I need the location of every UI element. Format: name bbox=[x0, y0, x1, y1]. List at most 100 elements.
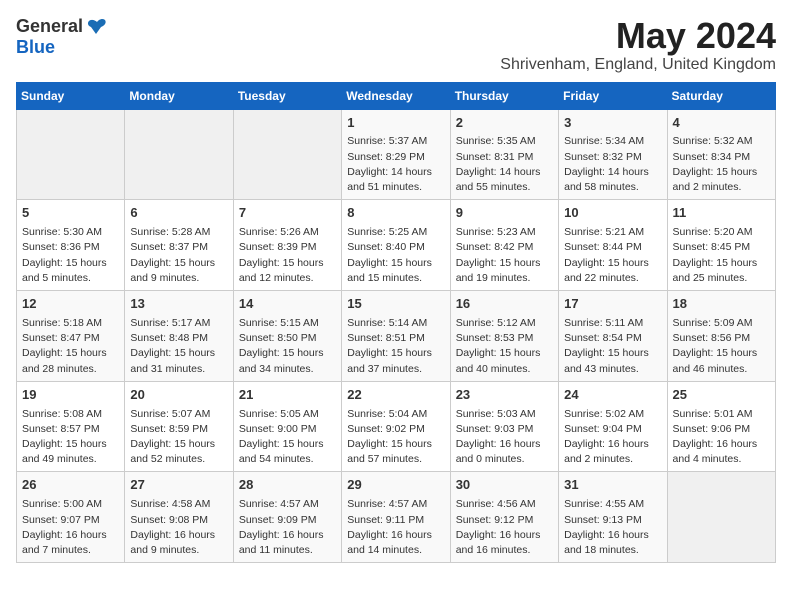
day-info-line: Sunrise: 5:21 AM bbox=[564, 225, 661, 240]
day-info-line: Sunset: 9:04 PM bbox=[564, 422, 661, 437]
day-number: 13 bbox=[130, 295, 227, 314]
day-info-line: and 58 minutes. bbox=[564, 180, 661, 195]
day-info-line: Daylight: 15 hours bbox=[130, 256, 227, 271]
table-row: 7Sunrise: 5:26 AMSunset: 8:39 PMDaylight… bbox=[233, 200, 341, 291]
calendar-week-row: 12 Sunrise: 5:18 AMSunset: 8:47 PMDayligh… bbox=[17, 291, 776, 382]
calendar-table: Sunday Monday Tuesday Wednesday Thursday… bbox=[16, 82, 776, 564]
day-info-line: Sunset: 8:50 PM bbox=[239, 331, 336, 346]
day-info-line: Daylight: 14 hours bbox=[564, 165, 661, 180]
day-info-line: Sunset: 8:37 PM bbox=[130, 240, 227, 255]
day-number: 23 bbox=[456, 386, 553, 405]
day-info-line: Sunrise: 5:14 AM bbox=[347, 316, 444, 331]
day-info-line: Daylight: 15 hours bbox=[239, 346, 336, 361]
day-info: Sunrise: 5:18 AMSunset: 8:47 PMDaylight:… bbox=[22, 316, 119, 377]
day-info: Sunrise: 5:26 AMSunset: 8:39 PMDaylight:… bbox=[239, 225, 336, 286]
day-info-line: Sunset: 8:51 PM bbox=[347, 331, 444, 346]
day-info-line: Daylight: 16 hours bbox=[130, 528, 227, 543]
day-info: Sunrise: 5:21 AMSunset: 8:44 PMDaylight:… bbox=[564, 225, 661, 286]
table-row: 26Sunrise: 5:00 AMSunset: 9:07 PMDayligh… bbox=[17, 472, 125, 563]
day-info-line: Sunrise: 5:32 AM bbox=[673, 134, 770, 149]
table-row: 21Sunrise: 5:05 AMSunset: 9:00 PMDayligh… bbox=[233, 381, 341, 472]
day-info-line: Sunset: 8:40 PM bbox=[347, 240, 444, 255]
calendar-week-row: 26Sunrise: 5:00 AMSunset: 9:07 PMDayligh… bbox=[17, 472, 776, 563]
day-info-line: and 46 minutes. bbox=[673, 362, 770, 377]
day-info-line: Sunset: 9:02 PM bbox=[347, 422, 444, 437]
day-info-line: Sunrise: 5:26 AM bbox=[239, 225, 336, 240]
day-number: 5 bbox=[22, 204, 119, 223]
day-info-line: Sunset: 8:59 PM bbox=[130, 422, 227, 437]
header-saturday: Saturday bbox=[667, 82, 775, 109]
day-number: 4 bbox=[673, 114, 770, 133]
day-info-line: and 28 minutes. bbox=[22, 362, 119, 377]
day-number: 25 bbox=[673, 386, 770, 405]
table-row: 3Sunrise: 5:34 AMSunset: 8:32 PMDaylight… bbox=[559, 109, 667, 200]
day-info-line: Sunset: 9:13 PM bbox=[564, 513, 661, 528]
day-info-line: Daylight: 16 hours bbox=[456, 437, 553, 452]
day-info-line: Sunset: 8:32 PM bbox=[564, 150, 661, 165]
header-thursday: Thursday bbox=[450, 82, 558, 109]
day-info-line: and 49 minutes. bbox=[22, 452, 119, 467]
day-info-line: and 40 minutes. bbox=[456, 362, 553, 377]
table-row: 24 Sunrise: 5:02 AMSunset: 9:04 PMDayligh… bbox=[559, 381, 667, 472]
table-row: 25Sunrise: 5:01 AMSunset: 9:06 PMDayligh… bbox=[667, 381, 775, 472]
table-row: 9Sunrise: 5:23 AMSunset: 8:42 PMDaylight… bbox=[450, 200, 558, 291]
day-info-line: Sunrise: 4:55 AM bbox=[564, 497, 661, 512]
title-block: May 2024 Shrivenham, England, United Kin… bbox=[500, 16, 776, 74]
day-number: 9 bbox=[456, 204, 553, 223]
day-info-line: and 55 minutes. bbox=[456, 180, 553, 195]
calendar-week-row: 5 Sunrise: 5:30 AMSunset: 8:36 PMDaylight… bbox=[17, 200, 776, 291]
day-number: 26 bbox=[22, 476, 119, 495]
table-row: 12 Sunrise: 5:18 AMSunset: 8:47 PMDayligh… bbox=[17, 291, 125, 382]
day-info-line: Sunrise: 5:23 AM bbox=[456, 225, 553, 240]
day-number: 2 bbox=[456, 114, 553, 133]
table-row: 1Sunrise: 5:37 AMSunset: 8:29 PMDaylight… bbox=[342, 109, 450, 200]
day-info-line: Sunrise: 5:02 AM bbox=[564, 407, 661, 422]
day-info: Sunrise: 5:08 AMSunset: 8:57 PMDaylight:… bbox=[22, 407, 119, 468]
day-number: 30 bbox=[456, 476, 553, 495]
day-info-line: Daylight: 16 hours bbox=[22, 528, 119, 543]
day-number: 20 bbox=[130, 386, 227, 405]
day-info-line: Daylight: 15 hours bbox=[130, 346, 227, 361]
day-info-line: Sunrise: 5:00 AM bbox=[22, 497, 119, 512]
day-number: 24 bbox=[564, 386, 661, 405]
day-info-line: Daylight: 15 hours bbox=[239, 437, 336, 452]
calendar-title: May 2024 bbox=[500, 16, 776, 56]
day-info-line: Daylight: 16 hours bbox=[564, 437, 661, 452]
day-info-line: Daylight: 16 hours bbox=[673, 437, 770, 452]
day-info: Sunrise: 5:12 AMSunset: 8:53 PMDaylight:… bbox=[456, 316, 553, 377]
day-number: 27 bbox=[130, 476, 227, 495]
day-info: Sunrise: 5:28 AMSunset: 8:37 PMDaylight:… bbox=[130, 225, 227, 286]
day-info-line: and 7 minutes. bbox=[22, 543, 119, 558]
day-info-line: and 54 minutes. bbox=[239, 452, 336, 467]
day-info-line: Sunrise: 5:28 AM bbox=[130, 225, 227, 240]
day-info-line: Daylight: 15 hours bbox=[564, 346, 661, 361]
day-number: 22 bbox=[347, 386, 444, 405]
day-info-line: Daylight: 15 hours bbox=[564, 256, 661, 271]
day-info-line: Sunrise: 5:07 AM bbox=[130, 407, 227, 422]
header-wednesday: Wednesday bbox=[342, 82, 450, 109]
day-info-line: Sunset: 9:09 PM bbox=[239, 513, 336, 528]
day-info-line: Daylight: 15 hours bbox=[347, 346, 444, 361]
day-info: Sunrise: 4:58 AMSunset: 9:08 PMDaylight:… bbox=[130, 497, 227, 558]
day-info-line: Sunrise: 5:09 AM bbox=[673, 316, 770, 331]
day-info-line: Sunset: 9:08 PM bbox=[130, 513, 227, 528]
day-info-line: Sunrise: 4:58 AM bbox=[130, 497, 227, 512]
day-info-line: and 25 minutes. bbox=[673, 271, 770, 286]
table-row: 30Sunrise: 4:56 AMSunset: 9:12 PMDayligh… bbox=[450, 472, 558, 563]
day-info-line: Sunset: 9:12 PM bbox=[456, 513, 553, 528]
logo: General Blue bbox=[16, 16, 107, 58]
day-info-line: and 51 minutes. bbox=[347, 180, 444, 195]
day-info-line: and 9 minutes. bbox=[130, 271, 227, 286]
table-row: 15Sunrise: 5:14 AMSunset: 8:51 PMDayligh… bbox=[342, 291, 450, 382]
day-info-line: Daylight: 16 hours bbox=[564, 528, 661, 543]
day-info-line: and 16 minutes. bbox=[456, 543, 553, 558]
day-info-line: Sunset: 8:45 PM bbox=[673, 240, 770, 255]
day-info-line: and 11 minutes. bbox=[239, 543, 336, 558]
day-info: Sunrise: 5:30 AMSunset: 8:36 PMDaylight:… bbox=[22, 225, 119, 286]
day-number: 12 bbox=[22, 295, 119, 314]
day-info-line: Sunset: 8:44 PM bbox=[564, 240, 661, 255]
day-number: 6 bbox=[130, 204, 227, 223]
table-row: 10Sunrise: 5:21 AMSunset: 8:44 PMDayligh… bbox=[559, 200, 667, 291]
header-friday: Friday bbox=[559, 82, 667, 109]
day-info-line: Sunset: 9:00 PM bbox=[239, 422, 336, 437]
